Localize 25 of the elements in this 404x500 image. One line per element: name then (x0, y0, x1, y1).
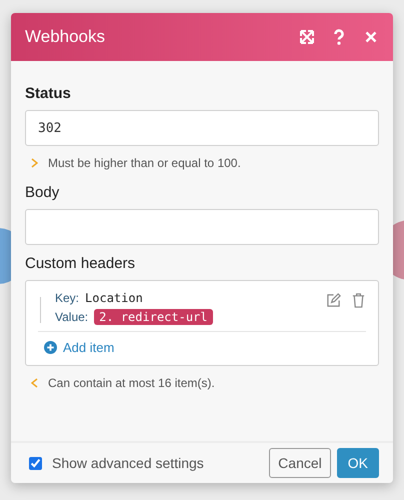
chevron-icon (31, 158, 38, 168)
plus-icon (44, 341, 57, 354)
key-label: Key: (55, 291, 80, 305)
value-label: Value: (55, 310, 88, 324)
edit-icon[interactable] (326, 293, 341, 308)
field-label: Custom headers (25, 255, 136, 272)
close-icon[interactable] (363, 29, 379, 45)
expand-icon[interactable] (299, 29, 315, 45)
trash-icon[interactable] (351, 293, 366, 308)
key-value: Location (85, 291, 143, 305)
checkbox-label: Show advanced settings (52, 455, 205, 471)
cancel-button[interactable]: Cancel (269, 448, 331, 478)
add-item-button[interactable]: Add item (44, 340, 114, 355)
hint-text: Must be higher than or equal to 100. (48, 156, 241, 170)
advanced-checkbox[interactable] (29, 456, 42, 470)
value-tag: 2. redirect-url (94, 309, 213, 325)
help-icon[interactable] (331, 29, 347, 45)
chevron-icon (31, 378, 38, 388)
input-field[interactable] (25, 209, 379, 245)
ok-button[interactable]: OK (336, 448, 379, 478)
field-label: Status (25, 85, 72, 102)
field-label: Body (25, 184, 60, 201)
hint-text: Can contain at most 16 item(s). (48, 376, 215, 390)
dialog-title: Webhooks (25, 27, 106, 47)
input-field[interactable]: 302 (25, 110, 379, 146)
